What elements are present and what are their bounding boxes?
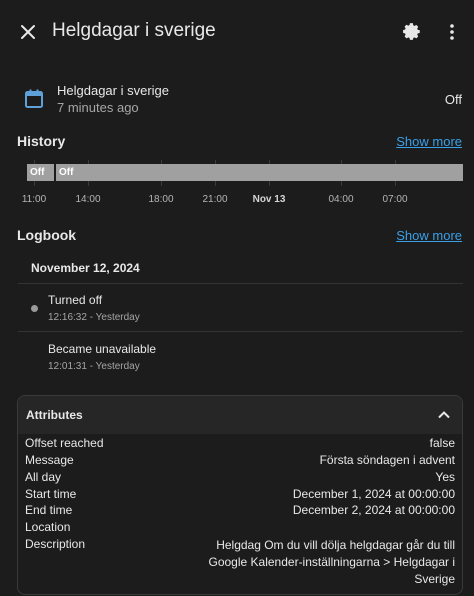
timeline-tick-label: 18:00: [148, 194, 174, 205]
entity-name: Helgdagar i sverige: [57, 83, 170, 98]
attribute-key: All day: [25, 470, 62, 484]
attribute-key: Start time: [25, 487, 77, 501]
logbook-entry[interactable]: Became unavailable 12:01:31 - Yesterday: [18, 334, 463, 380]
dialog-header: Helgdagar i sverige: [0, 0, 474, 64]
history-show-more-link[interactable]: Show more: [396, 134, 462, 149]
logbook-entry-text: Turned off: [48, 293, 103, 307]
history-timeline: Off Off: [18, 160, 463, 186]
settings-button[interactable]: [398, 18, 426, 46]
history-title: History: [17, 133, 66, 149]
logbook-date: November 12, 2024: [31, 261, 140, 275]
more-options-button[interactable]: [440, 18, 464, 46]
timeline-tick-label: 04:00: [328, 194, 354, 205]
calendar-icon: [25, 89, 43, 108]
entity-last-changed: 7 minutes ago: [57, 100, 139, 115]
timeline-tick-label: 07:00: [382, 194, 408, 205]
logbook-entry-text: Became unavailable: [48, 342, 157, 356]
logbook-show-more-link[interactable]: Show more: [396, 228, 462, 243]
attribute-key: Location: [25, 520, 71, 534]
more-vertical-icon: [450, 24, 454, 40]
attributes-title: Attributes: [26, 408, 83, 422]
entity-state: Off: [444, 92, 462, 107]
attribute-key: Description: [25, 537, 86, 551]
entity-row[interactable]: Helgdagar i sverige 7 minutes ago Off: [0, 76, 474, 122]
attribute-value: false: [429, 436, 455, 450]
dialog-title: Helgdagar i sverige: [52, 20, 216, 41]
logbook-entry[interactable]: Turned off 12:16:32 - Yesterday: [18, 285, 463, 331]
attribute-value: December 2, 2024 at 00:00:00: [292, 503, 455, 517]
attribute-value: Helgdag Om du vill dölja helgdagar går d…: [208, 538, 456, 586]
attribute-key: End time: [25, 503, 73, 517]
state-dot-icon: [31, 305, 38, 312]
close-icon: [21, 25, 35, 39]
close-button[interactable]: [14, 18, 42, 46]
timeline-tick-label: 14:00: [75, 194, 101, 205]
attribute-value: Yes: [435, 470, 455, 484]
logbook-title: Logbook: [17, 227, 77, 243]
attribute-key: Offset reached: [25, 436, 104, 450]
attribute-value: December 1, 2024 at 00:00:00: [292, 487, 455, 501]
attribute-value: Första söndagen i advent: [319, 453, 455, 467]
gear-icon: [403, 23, 420, 40]
logbook-entry-time: 12:16:32 - Yesterday: [48, 312, 140, 323]
divider: [18, 283, 463, 284]
timeline-tick-label: 11:00: [21, 194, 47, 205]
divider: [18, 331, 463, 332]
timeline-state-bar[interactable]: Off: [27, 164, 54, 181]
attributes-card: Attributes Offset reached false Message …: [17, 395, 463, 595]
chevron-up-icon: [438, 411, 450, 419]
logbook-entry-time: 12:01:31 - Yesterday: [48, 361, 140, 372]
attribute-key: Message: [25, 453, 74, 467]
timeline-tick-label: Nov 13: [252, 194, 286, 205]
timeline-tick-label: 21:00: [202, 194, 228, 205]
timeline-state-bar[interactable]: Off: [56, 164, 463, 181]
attributes-header[interactable]: Attributes: [18, 396, 462, 434]
